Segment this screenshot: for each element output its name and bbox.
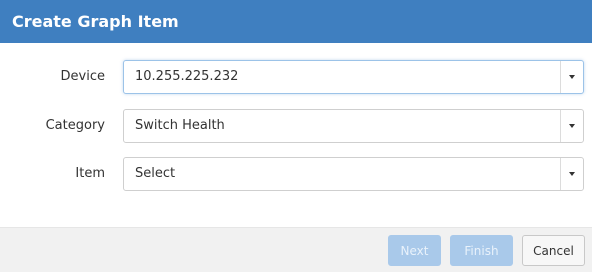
finish-button[interactable]: Finish: [450, 235, 513, 266]
device-select[interactable]: 10.255.225.232: [123, 60, 584, 94]
next-button[interactable]: Next: [388, 235, 441, 266]
category-label: Category: [45, 118, 105, 133]
item-label: Item: [75, 166, 105, 181]
item-select[interactable]: Select: [123, 157, 584, 191]
device-dropdown-toggle[interactable]: [560, 61, 583, 93]
caret-down-icon: [569, 124, 575, 128]
device-value: 10.255.225.232: [135, 69, 239, 84]
category-row: Category Switch Health: [0, 109, 592, 143]
caret-down-icon: [569, 75, 575, 79]
item-dropdown-toggle[interactable]: [560, 158, 583, 190]
category-value: Switch Health: [135, 118, 225, 133]
device-row: Device 10.255.225.232: [0, 60, 592, 94]
create-graph-item-dialog: Create Graph Item Device 10.255.225.232 …: [0, 0, 592, 272]
category-select[interactable]: Switch Health: [123, 109, 584, 143]
caret-down-icon: [569, 172, 575, 176]
item-row: Item Select: [0, 157, 592, 191]
device-label: Device: [60, 69, 105, 84]
category-dropdown-toggle[interactable]: [560, 110, 583, 142]
dialog-footer: Next Finish Cancel: [0, 227, 592, 272]
cancel-button[interactable]: Cancel: [522, 235, 585, 266]
item-value: Select: [135, 166, 176, 181]
dialog-title: Create Graph Item: [0, 0, 592, 43]
